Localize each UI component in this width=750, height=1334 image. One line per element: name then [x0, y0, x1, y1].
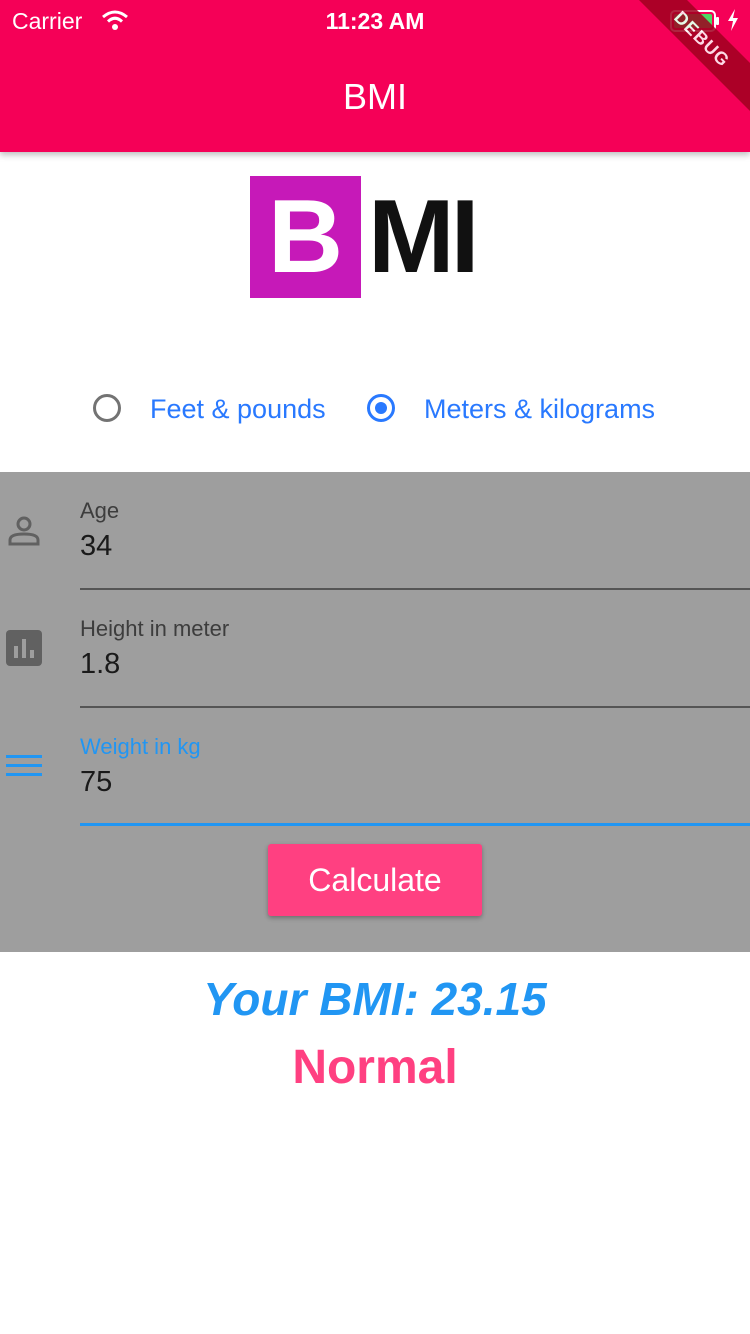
bmi-category: Normal	[292, 1041, 458, 1094]
person-icon	[6, 512, 42, 548]
charging-bolt-icon	[726, 8, 740, 38]
radio-label-meters-kilograms[interactable]: Meters & kilograms	[424, 394, 655, 425]
app-bar-title: BMI	[342, 76, 407, 117]
app-bar: Carrier 11:23 AM BMI DEBUG	[0, 0, 750, 152]
height-label: Height in meter	[80, 616, 230, 641]
calculate-button[interactable]: Calculate	[268, 844, 482, 916]
status-bar: Carrier 11:23 AM	[0, 0, 750, 40]
weight-underline	[80, 823, 750, 826]
bmi-result: Your BMI: 23.15	[203, 973, 547, 1025]
bmi-logo: B MI	[250, 176, 500, 298]
height-field[interactable]: Height in meter 1.8	[80, 590, 750, 708]
unit-selector: Feet & pounds Meters & kilograms	[0, 390, 750, 436]
radio-label-feet-pounds[interactable]: Feet & pounds	[150, 394, 326, 425]
status-time: 11:23 AM	[325, 8, 425, 34]
weight-field[interactable]: Weight in kg 75	[80, 708, 750, 826]
bar-chart-icon	[6, 630, 42, 666]
menu-lines-icon	[6, 748, 42, 784]
weight-input[interactable]: 75	[80, 766, 112, 799]
age-label: Age	[80, 498, 120, 523]
age-input[interactable]: 34	[80, 530, 112, 563]
weight-label: Weight in kg	[80, 734, 201, 759]
height-input[interactable]: 1.8	[80, 648, 120, 681]
radio-feet-pounds[interactable]	[93, 394, 121, 422]
bmi-form: Age 34 Height in meter 1.8 Weight in kg …	[0, 472, 750, 952]
radio-meters-kilograms[interactable]	[367, 394, 395, 422]
logo-b-box: B	[250, 176, 361, 298]
age-field[interactable]: Age 34	[80, 472, 750, 590]
logo-mi-text: MI	[368, 179, 480, 295]
